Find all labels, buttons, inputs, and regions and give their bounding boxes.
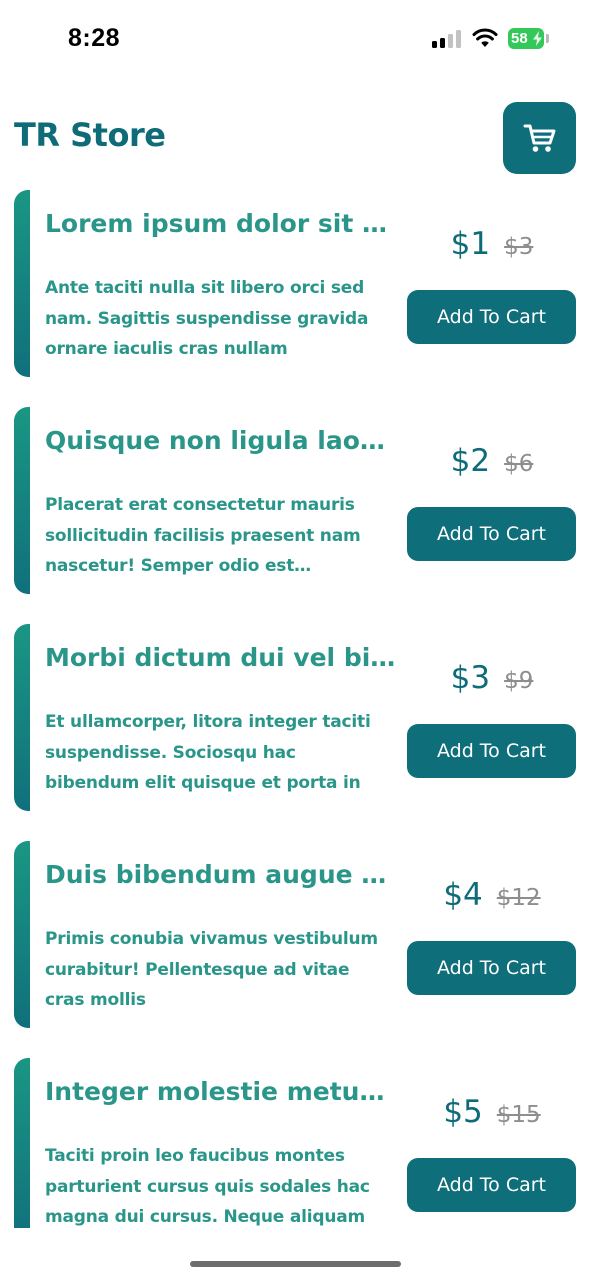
product-description: Primis conubia vivamus vestibulum curabi…: [45, 929, 378, 1010]
screen: 8:28 58 TR Store Lorem ipsum dolor sit a…: [0, 0, 591, 1280]
add-to-cart-button[interactable]: Add To Cart: [407, 724, 576, 778]
card-accent-bar: [14, 1058, 30, 1228]
card-accent-bar: [14, 841, 30, 1028]
product-old-price: $6: [504, 451, 534, 477]
price-row: $4 $12: [407, 877, 577, 917]
product-list: Lorem ipsum dolor sit amet Ante taciti n…: [0, 0, 591, 1228]
card-accent-bar: [14, 624, 30, 811]
product-description: Ante taciti nulla sit libero orci sed na…: [45, 278, 369, 359]
product-card: Duis bibendum augue eget Primis conubia …: [14, 841, 584, 1028]
product-card: Quisque non ligula laoreet Placerat erat…: [14, 407, 584, 594]
price-row: $5 $15: [407, 1094, 577, 1134]
product-description: Placerat erat consectetur mauris sollici…: [45, 495, 361, 576]
product-title: Morbi dictum dui vel bibendum: [45, 643, 397, 672]
product-title: Lorem ipsum dolor sit amet: [45, 209, 397, 238]
product-title: Quisque non ligula laoreet: [45, 426, 397, 455]
add-to-cart-button[interactable]: Add To Cart: [407, 1158, 576, 1212]
price-row: $3 $9: [407, 660, 577, 700]
product-price: $1: [450, 226, 491, 262]
product-price: $2: [450, 443, 491, 479]
product-title: Duis bibendum augue eget: [45, 860, 397, 889]
product-description: Taciti proin leo faucibus montes parturi…: [45, 1146, 370, 1227]
add-to-cart-button[interactable]: Add To Cart: [407, 507, 576, 561]
product-price: $3: [450, 660, 491, 696]
card-accent-bar: [14, 407, 30, 594]
card-accent-bar: [14, 190, 30, 377]
product-card: Integer molestie metus quis Taciti proin…: [14, 1058, 584, 1228]
price-row: $2 $6: [407, 443, 577, 483]
product-title: Integer molestie metus quis: [45, 1077, 397, 1106]
product-old-price: $15: [496, 1102, 541, 1128]
home-indicator[interactable]: [190, 1261, 401, 1267]
product-description: Et ullamcorper, litora integer taciti su…: [45, 712, 371, 793]
product-card: Morbi dictum dui vel bibendum Et ullamco…: [14, 624, 584, 811]
product-old-price: $12: [496, 885, 541, 911]
product-old-price: $3: [504, 234, 534, 260]
add-to-cart-button[interactable]: Add To Cart: [407, 290, 576, 344]
product-old-price: $9: [504, 668, 534, 694]
product-price: $5: [443, 1094, 483, 1130]
product-card: Lorem ipsum dolor sit amet Ante taciti n…: [14, 190, 584, 377]
add-to-cart-button[interactable]: Add To Cart: [407, 941, 576, 995]
product-price: $4: [443, 877, 483, 913]
price-row: $1 $3: [407, 226, 577, 266]
